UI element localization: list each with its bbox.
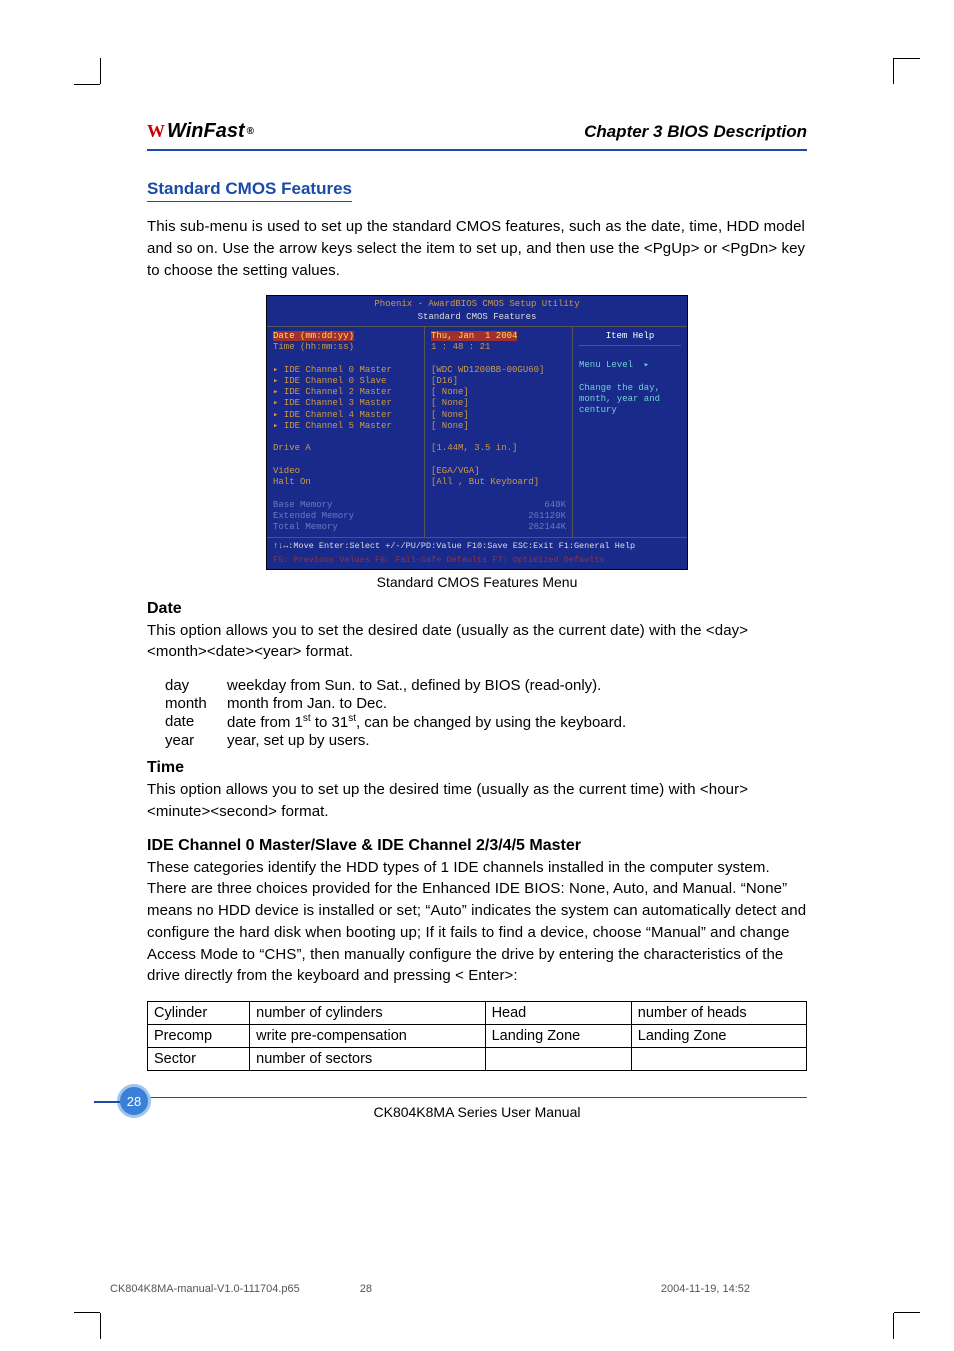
bios-ide2m: ▸ IDE Channel 2 Master <box>273 387 418 398</box>
cell: Landing Zone <box>631 1025 806 1048</box>
def-date-key: date <box>165 713 227 731</box>
def-year-val: year, set up by users. <box>227 732 807 749</box>
heading-time: Time <box>147 759 807 777</box>
bios-video: Video <box>273 466 418 477</box>
def-day-key: day <box>165 677 227 694</box>
crop-mark <box>893 58 894 84</box>
bios-ide0s-v: [D16] <box>431 376 566 387</box>
cell: Cylinder <box>148 1002 250 1025</box>
bios-bottom-bar: ↑↓↔:Move Enter:Select +/-/PU/PD:Value F1… <box>267 537 687 555</box>
bios-help-title: Item Help <box>579 331 681 342</box>
bios-date-value: Thu, Jan 1 2004 <box>431 331 517 341</box>
bios-ide0s: ▸ IDE Channel 0 Slave <box>273 376 418 387</box>
cell: number of cylinders <box>250 1002 485 1025</box>
bios-base-mem: Base Memory <box>273 500 418 511</box>
bios-bottom-2: F5: Previous Values F6: Fail-Safe Defaul… <box>273 555 605 566</box>
bios-help-text: Change the day, month, year and century <box>579 383 681 417</box>
bios-ide5m: ▸ IDE Channel 5 Master <box>273 421 418 432</box>
cell: write pre-compensation <box>250 1025 485 1048</box>
crop-mark <box>894 58 920 59</box>
logo-reg: ® <box>247 126 254 137</box>
bios-video-v: [EGA/VGA] <box>431 466 566 477</box>
bios-halt-v: [All , But Keyboard] <box>431 477 566 488</box>
def-month-key: month <box>165 695 227 712</box>
bios-ide3m: ▸ IDE Channel 3 Master <box>273 398 418 409</box>
crop-mark <box>74 1312 100 1313</box>
logo: W WinFast ® <box>147 120 254 143</box>
bios-ext-v: 261120K <box>431 511 566 522</box>
cell: Landing Zone <box>485 1025 631 1048</box>
def-day-val: weekday from Sun. to Sat., defined by BI… <box>227 677 807 694</box>
ide-body: These categories identify the HDD types … <box>147 857 807 988</box>
time-body: This option allows you to set up the des… <box>147 779 807 823</box>
cell: number of heads <box>631 1002 806 1025</box>
bios-ext-mem: Extended Memory <box>273 511 418 522</box>
bios-ide4m-v: [ None] <box>431 410 566 421</box>
logo-mark: W <box>147 121 165 142</box>
bios-halt: Halt On <box>273 477 418 488</box>
cell: Sector <box>148 1048 250 1071</box>
page-footer: 28 CK804K8MA Series User Manual <box>147 1097 807 1120</box>
bios-time-label: Time (hh:mm:ss) <box>273 342 418 353</box>
crop-mark <box>100 58 101 84</box>
cell: Head <box>485 1002 631 1025</box>
bios-bottom-bar-2: F5: Previous Values F6: Fail-Safe Defaul… <box>267 555 687 569</box>
cell: Precomp <box>148 1025 250 1048</box>
def-date-val: date from 1st to 31st, can be changed by… <box>227 713 807 731</box>
bios-screenshot: Phoenix - AwardBIOS CMOS Setup Utility S… <box>266 295 688 569</box>
bios-ide0m: ▸ IDE Channel 0 Master <box>273 365 418 376</box>
drive-params-table: Cylinder number of cylinders Head number… <box>147 1001 807 1071</box>
heading-date: Date <box>147 600 807 618</box>
bios-total-mem: Total Memory <box>273 522 418 533</box>
bios-ide2m-v: [ None] <box>431 387 566 398</box>
print-page: 28 <box>360 1283 372 1295</box>
logo-text: WinFast <box>167 120 245 143</box>
def-year-key: year <box>165 732 227 749</box>
bios-ide0m-v: [WDC WD1200BB-00GU60] <box>431 365 566 376</box>
bios-tot-v: 262144K <box>431 522 566 533</box>
date-body: This option allows you to set the desire… <box>147 620 807 664</box>
bios-date-label: Date (mm:dd:yy) <box>273 331 354 341</box>
bios-base-v: 640K <box>431 500 566 511</box>
manual-title: CK804K8MA Series User Manual <box>374 1104 581 1120</box>
cell <box>631 1048 806 1071</box>
bios-subtitle: Standard CMOS Features <box>267 312 687 326</box>
print-timestamp: 2004-11-19, 14:52 <box>661 1283 750 1295</box>
crop-mark <box>100 1313 101 1339</box>
bios-time-value: 1 : 48 : 21 <box>431 342 566 353</box>
page-number-badge: 28 <box>117 1084 151 1118</box>
page-content: W WinFast ® Chapter 3 BIOS Description S… <box>147 120 807 1120</box>
print-footer: CK804K8MA-manual-V1.0-111704.p65 28 2004… <box>110 1283 870 1295</box>
bios-bottom-1: ↑↓↔:Move Enter:Select +/-/PU/PD:Value F1… <box>273 541 635 552</box>
bios-title: Phoenix - AwardBIOS CMOS Setup Utility <box>267 296 687 311</box>
table-row: Precomp write pre-compensation Landing Z… <box>148 1025 807 1048</box>
bios-drive-a-v: [1.44M, 3.5 in.] <box>431 443 566 454</box>
bios-ide3m-v: [ None] <box>431 398 566 409</box>
chapter-title: Chapter 3 BIOS Description <box>584 122 807 142</box>
bios-ide5m-v: [ None] <box>431 421 566 432</box>
section-intro: This sub-menu is used to set up the stan… <box>147 216 807 281</box>
table-row: Sector number of sectors <box>148 1048 807 1071</box>
date-definition-list: day weekday from Sun. to Sat., defined b… <box>165 677 807 749</box>
heading-ide: IDE Channel 0 Master/Slave & IDE Channel… <box>147 837 807 855</box>
def-month-val: month from Jan. to Dec. <box>227 695 807 712</box>
bios-ide4m: ▸ IDE Channel 4 Master <box>273 410 418 421</box>
crop-mark <box>894 1312 920 1313</box>
section-title-standard-cmos: Standard CMOS Features <box>147 179 352 202</box>
print-file: CK804K8MA-manual-V1.0-111704.p65 <box>110 1283 300 1295</box>
bios-caption: Standard CMOS Features Menu <box>147 574 807 590</box>
crop-mark <box>893 1313 894 1339</box>
table-row: Cylinder number of cylinders Head number… <box>148 1002 807 1025</box>
bios-menu-level: Menu Level ▸ <box>579 360 681 371</box>
cell <box>485 1048 631 1071</box>
cell: number of sectors <box>250 1048 485 1071</box>
crop-mark <box>74 84 100 85</box>
bios-drive-a: Drive A <box>273 443 418 454</box>
page-header: W WinFast ® Chapter 3 BIOS Description <box>147 120 807 151</box>
